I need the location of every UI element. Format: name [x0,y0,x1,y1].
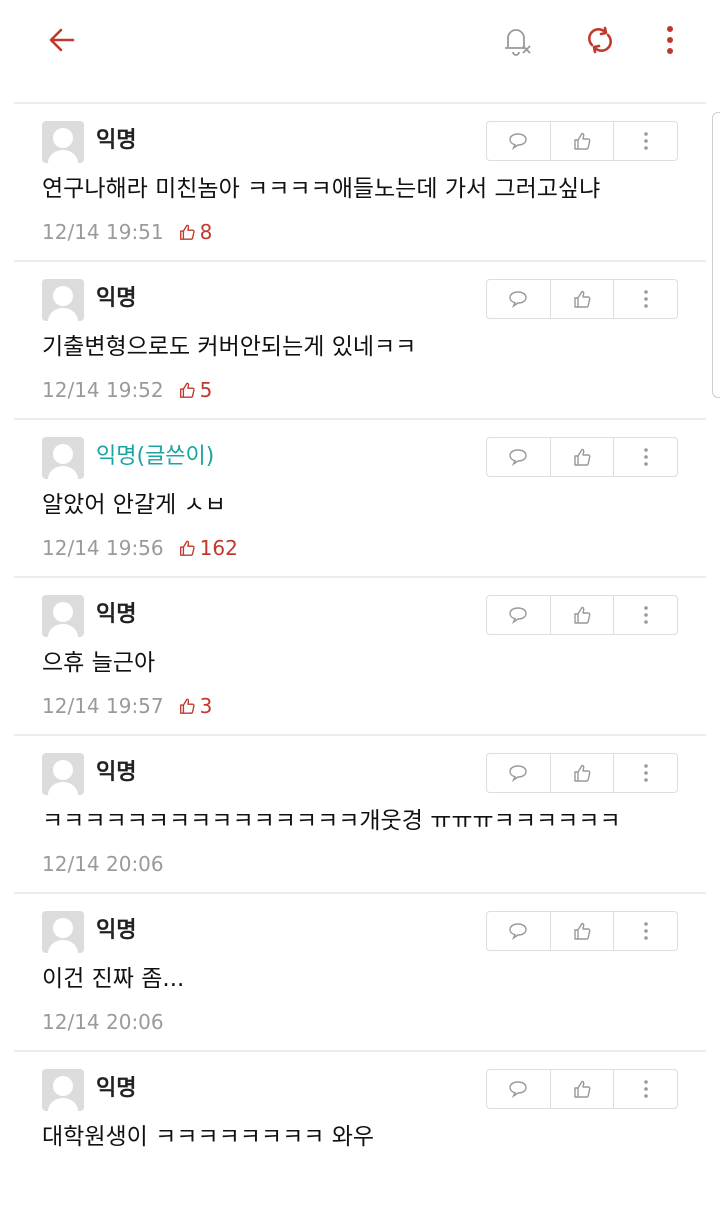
like-count-value: 8 [199,220,213,244]
comment-meta: 12/14 19:51 8 [42,217,212,247]
comment-text: 대학원생이 ㅋㅋㅋㅋㅋㅋㅋㅋ 와우 [42,1124,375,1150]
comment-meta: 12/14 19:56 162 [42,533,238,563]
more-options-icon[interactable] [613,912,677,950]
comment-text: ㅋㅋㅋㅋㅋㅋㅋㅋㅋㅋㅋㅋㅋㅋㅋ개웃경 ㅠㅠㅠㅋㅋㅋㅋㅋㅋ [42,808,621,834]
comment-item: 익명 대학원생이 ㅋㅋㅋㅋㅋㅋㅋㅋ 와우 [14,1050,706,1208]
like-count: 3 [178,691,213,721]
reply-icon[interactable] [487,280,550,318]
comment-item: 익명 이건 진짜 좀... 12/14 20:06 [14,892,706,1050]
like-icon[interactable] [549,1070,614,1108]
comment-text: 이건 진짜 좀... [42,966,185,992]
scrollbar-thumb[interactable] [712,112,720,398]
back-arrow-icon[interactable] [40,18,84,62]
more-options-icon[interactable] [613,754,677,792]
refresh-icon[interactable] [578,18,622,62]
comment-text: 기출변형으로도 커버안되는게 있네ㅋㅋ [42,334,417,360]
like-icon[interactable] [549,438,614,476]
comment-actions [486,911,678,951]
like-count-icon [179,224,195,240]
reply-icon[interactable] [487,596,550,634]
comment-time: 12/14 19:52 [42,378,164,402]
top-app-bar [0,0,720,82]
reply-icon[interactable] [487,754,550,792]
avatar [42,753,84,795]
comment-author: 익명 [96,760,137,785]
more-options-icon[interactable] [613,280,677,318]
reply-icon[interactable] [487,1070,550,1108]
more-vertical-icon[interactable] [648,18,692,62]
like-icon[interactable] [549,280,614,318]
more-options-icon[interactable] [613,1070,677,1108]
comment-author: 익명 [96,1076,137,1101]
comment-text: 으휴 늘근아 [42,650,156,676]
like-icon[interactable] [549,754,614,792]
comment-text: 연구나해라 미친놈아 ㅋㅋㅋㅋ애들노는데 가서 그러고싶냐 [42,176,601,202]
comment-author: 익명 [96,918,137,943]
comment-meta: 12/14 19:52 5 [42,375,212,405]
avatar [42,911,84,953]
like-count-icon [179,382,195,398]
comment-time: 12/14 20:06 [42,1010,164,1034]
avatar [42,121,84,163]
comment-meta: 12/14 19:57 3 [42,691,212,721]
comment-actions [486,1069,678,1109]
like-count-icon [179,698,195,714]
comment-author: 익명 [96,128,137,153]
reply-icon[interactable] [487,912,550,950]
comment-text: 알았어 안갈게 ㅅㅂ [42,492,226,518]
comment-author-op: 익명(글쓴이) [96,444,215,469]
like-icon[interactable] [549,122,614,160]
more-options-icon[interactable] [613,122,677,160]
comment-list: 익명 연구나해라 미친놈아 ㅋㅋㅋㅋ애들노는데 가서 그러고싶냐 12/14 1… [14,102,706,1208]
comment-item: 익명 ㅋㅋㅋㅋㅋㅋㅋㅋㅋㅋㅋㅋㅋㅋㅋ개웃경 ㅠㅠㅠㅋㅋㅋㅋㅋㅋ 12/14 20… [14,734,706,892]
like-icon[interactable] [549,912,614,950]
comment-meta: 12/14 20:06 [42,849,164,879]
avatar [42,279,84,321]
comment-author: 익명 [96,286,137,311]
comment-actions [486,595,678,635]
comment-time: 12/14 19:57 [42,694,164,718]
like-count-value: 162 [199,536,238,560]
like-count: 162 [178,533,238,563]
comment-item: 익명(글쓴이) 알았어 안갈게 ㅅㅂ 12/14 19:56 162 [14,418,706,576]
comment-author: 익명 [96,602,137,627]
like-icon[interactable] [549,596,614,634]
like-count-value: 5 [199,378,213,402]
comment-item: 익명 기출변형으로도 커버안되는게 있네ㅋㅋ 12/14 19:52 5 [14,260,706,418]
comment-actions [486,753,678,793]
avatar [42,595,84,637]
avatar [42,1069,84,1111]
comment-actions [486,279,678,319]
comment-item: 익명 연구나해라 미친놈아 ㅋㅋㅋㅋ애들노는데 가서 그러고싶냐 12/14 1… [14,102,706,260]
notification-off-icon[interactable] [494,18,538,62]
like-count-value: 3 [199,694,213,718]
avatar [42,437,84,479]
like-count: 8 [178,217,213,247]
like-count: 5 [178,375,213,405]
comment-item: 익명 으휴 늘근아 12/14 19:57 3 [14,576,706,734]
comment-actions [486,121,678,161]
reply-icon[interactable] [487,122,550,160]
comment-time: 12/14 19:51 [42,220,164,244]
comment-meta: 12/14 20:06 [42,1007,164,1037]
reply-icon[interactable] [487,438,550,476]
like-count-icon [179,540,195,556]
comment-actions [486,437,678,477]
more-options-icon[interactable] [613,596,677,634]
more-options-icon[interactable] [613,438,677,476]
comment-time: 12/14 20:06 [42,852,164,876]
comment-time: 12/14 19:56 [42,536,164,560]
